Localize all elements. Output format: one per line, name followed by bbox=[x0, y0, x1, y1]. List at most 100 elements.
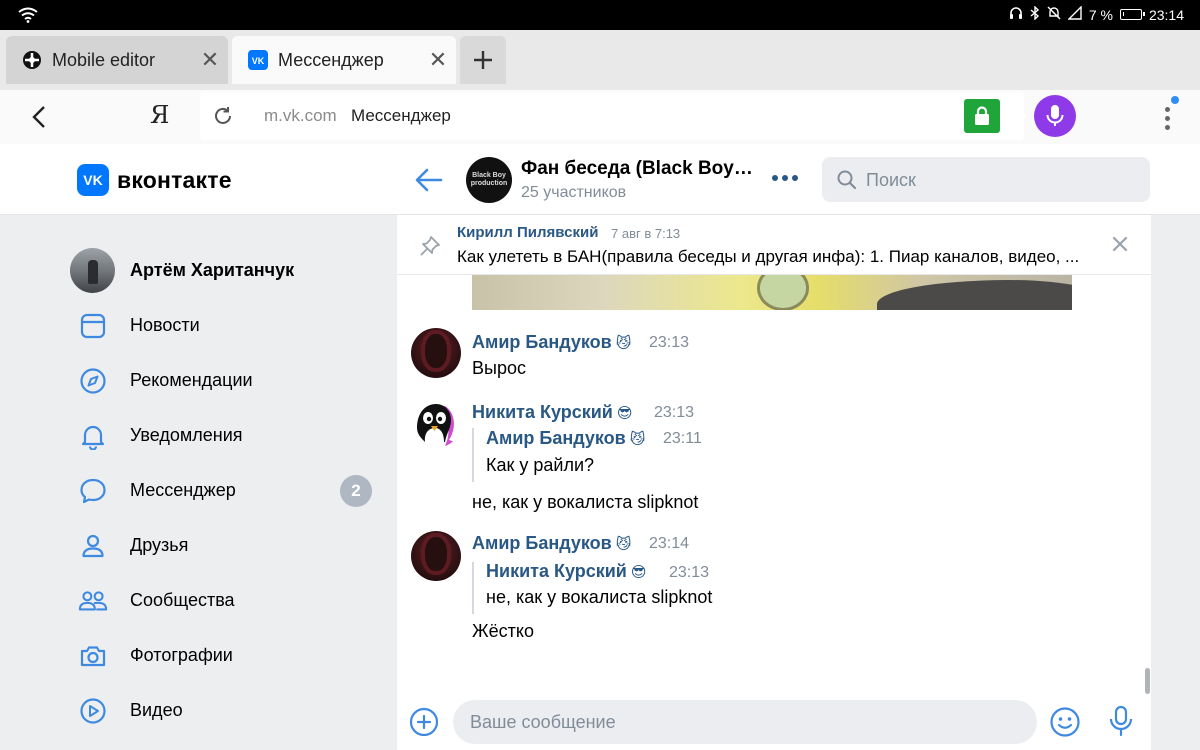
back-to-dialogs-button[interactable] bbox=[414, 166, 444, 194]
vk-search-input[interactable]: Поиск bbox=[822, 157, 1150, 202]
voice-search-button[interactable] bbox=[1034, 95, 1076, 137]
pin-icon bbox=[419, 235, 441, 262]
menu-item-label: Рекомендации bbox=[130, 370, 253, 390]
dot-icon bbox=[1165, 116, 1170, 121]
microphone-icon bbox=[1046, 105, 1064, 126]
author-emoji: 😎 bbox=[616, 405, 633, 422]
dot-icon bbox=[792, 175, 798, 181]
pinned-date: 7 авг в 7:13 bbox=[611, 226, 681, 241]
address-page-title: Мессенджер bbox=[351, 106, 451, 125]
menu-item-news[interactable]: Новости bbox=[60, 298, 380, 353]
menu-item-photos[interactable]: Фотографии bbox=[60, 628, 380, 683]
menu-item-messenger[interactable]: Мессенджер 2 bbox=[60, 463, 380, 518]
status-bar: 7 % 23:14 bbox=[0, 0, 1200, 30]
conversation-avatar-text: Black Boy production bbox=[470, 172, 508, 187]
plus-icon bbox=[474, 51, 492, 69]
menu-item-label: Друзья bbox=[130, 535, 189, 555]
quote-text: не, как у вокалиста slipknot bbox=[486, 587, 713, 607]
pinned-author[interactable]: Кирилл Пилявский bbox=[457, 224, 598, 241]
notification-dot bbox=[1171, 96, 1179, 104]
author-name: Никита Курский bbox=[486, 561, 627, 581]
reload-icon[interactable] bbox=[212, 105, 234, 132]
group-icon bbox=[78, 586, 108, 616]
chevron-left-icon bbox=[32, 106, 45, 128]
search-placeholder: Поиск bbox=[866, 170, 916, 190]
menu-item-label: Уведомления bbox=[130, 425, 243, 445]
yandex-button[interactable]: Я bbox=[150, 101, 169, 129]
vk-logo-mark: VK bbox=[77, 164, 109, 196]
signal-icon bbox=[1067, 5, 1082, 23]
message-author[interactable]: Амир Бандуков 😼 bbox=[472, 533, 631, 554]
vk-logo-text: вконтакте bbox=[117, 166, 232, 193]
quote-author: Никита Курский 😎 bbox=[486, 561, 647, 582]
battery-percent: 7 % bbox=[1088, 6, 1113, 23]
menu-item-video[interactable]: Видео bbox=[60, 683, 380, 738]
avatar bbox=[70, 248, 115, 293]
close-tab-icon[interactable]: ✕ bbox=[420, 47, 456, 73]
avatar[interactable] bbox=[411, 398, 461, 448]
clock: 23:14 bbox=[1148, 6, 1184, 23]
browser-tab-bar: Mobile editor ✕ VK Мессенджер ✕ bbox=[0, 30, 1200, 90]
avatar[interactable] bbox=[411, 531, 461, 581]
tab-mobile-editor[interactable]: Mobile editor ✕ bbox=[6, 36, 228, 84]
menu-item-notifications[interactable]: Уведомления bbox=[60, 408, 380, 463]
bluetooth-icon bbox=[1030, 5, 1040, 23]
tab-messenger[interactable]: VK Мессенджер ✕ bbox=[232, 36, 456, 84]
new-tab-button[interactable] bbox=[460, 36, 506, 84]
browser-menu-button[interactable] bbox=[1158, 96, 1179, 138]
conversation-avatar[interactable]: Black Boy production bbox=[466, 157, 512, 203]
compass-icon bbox=[78, 366, 108, 396]
person-icon bbox=[78, 531, 108, 561]
message-input[interactable]: Ваше сообщение bbox=[453, 700, 1037, 744]
news-icon bbox=[78, 311, 108, 341]
lock-icon[interactable] bbox=[964, 99, 1000, 133]
chat-panel: Кирилл Пилявский 7 авг в 7:13 Как улетет… bbox=[397, 215, 1151, 750]
menu-item-recommendations[interactable]: Рекомендации bbox=[60, 353, 380, 408]
menu-item-friends[interactable]: Друзья bbox=[60, 518, 380, 573]
scrollbar-thumb[interactable] bbox=[1145, 668, 1150, 694]
crosshair-icon bbox=[22, 50, 42, 70]
menu-item-communities[interactable]: Сообщества bbox=[60, 573, 380, 628]
message-author[interactable]: Амир Бандуков 😼 bbox=[472, 332, 631, 353]
vk-logo[interactable]: VK вконтакте bbox=[77, 164, 232, 196]
close-icon[interactable] bbox=[1111, 235, 1129, 258]
author-name: Никита Курский bbox=[472, 402, 613, 422]
menu-item-profile[interactable]: Артём Хаританчук bbox=[60, 243, 380, 298]
message-text: Вырос bbox=[472, 358, 526, 378]
voice-message-button[interactable] bbox=[1108, 705, 1134, 742]
arrow-left-icon bbox=[415, 168, 443, 192]
quote-author: Амир Бандуков 😼 bbox=[486, 428, 645, 449]
message-composer: Ваше сообщение bbox=[397, 695, 1151, 750]
pinned-text: Как улететь в БАН(правила беседы и друга… bbox=[457, 247, 1080, 266]
dot-icon bbox=[1165, 107, 1170, 112]
reply-quote[interactable]: Никита Курский 😎 23:13 не, как у вокалист… bbox=[472, 561, 792, 614]
reply-quote[interactable]: Амир Бандуков 😼 23:11 Как у райли? bbox=[472, 428, 792, 482]
photo-attachment[interactable] bbox=[472, 275, 1072, 310]
address-bar[interactable]: m.vk.com Мессенджер bbox=[200, 92, 1024, 140]
avatar[interactable] bbox=[411, 328, 461, 378]
microphone-icon bbox=[1109, 705, 1133, 737]
dot-icon bbox=[772, 175, 778, 181]
address-domain: m.vk.com bbox=[264, 106, 337, 125]
close-tab-icon[interactable]: ✕ bbox=[192, 47, 228, 73]
message-author[interactable]: Никита Курский 😎 bbox=[472, 402, 633, 423]
camera-icon bbox=[78, 641, 108, 671]
plus-circle-icon bbox=[409, 707, 439, 737]
author-name: Амир Бандуков bbox=[472, 533, 612, 553]
attach-button[interactable] bbox=[409, 707, 439, 742]
chat-bubble-icon bbox=[78, 476, 108, 506]
conversation-title[interactable]: Фан беседа (Black Boy production) bbox=[521, 158, 756, 180]
message-time: 23:14 bbox=[649, 535, 690, 552]
address-bar-arrow bbox=[1012, 92, 1026, 140]
author-emoji: 😎 bbox=[630, 564, 647, 581]
wifi-icon bbox=[18, 7, 38, 26]
conversation-more-button[interactable] bbox=[770, 172, 802, 184]
tab-label: Мессенджер bbox=[278, 49, 384, 70]
browser-back-button[interactable] bbox=[24, 102, 54, 132]
conversation-members-count[interactable]: 25 участников bbox=[521, 184, 626, 202]
author-emoji: 😼 bbox=[615, 335, 632, 352]
author-emoji: 😼 bbox=[615, 536, 632, 553]
emoji-button[interactable] bbox=[1049, 706, 1081, 743]
search-icon bbox=[836, 169, 858, 196]
pinned-message[interactable]: Кирилл Пилявский 7 авг в 7:13 Как улетет… bbox=[397, 215, 1151, 275]
